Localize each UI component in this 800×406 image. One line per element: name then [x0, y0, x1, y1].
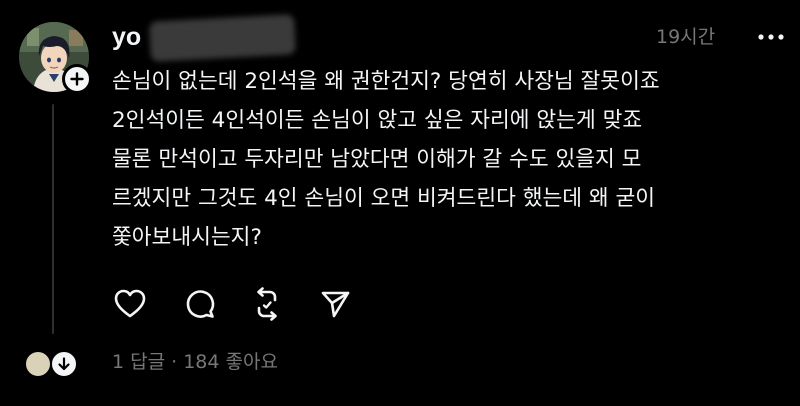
send-icon — [321, 291, 350, 318]
timestamp[interactable]: 19시간 — [656, 24, 715, 50]
post-text-line: 쫓아보내시는지? — [112, 225, 262, 250]
heart-icon — [114, 289, 146, 318]
post-stats[interactable]: 1 답글 · 184 좋아요 — [112, 347, 278, 377]
post-text-line: 손님이 없는데 2인석을 왜 권한건지? 당연히 사장님 잘못이죠 — [112, 69, 660, 94]
repost-button[interactable] — [247, 284, 287, 324]
more-options-button[interactable] — [754, 25, 788, 49]
thread-line — [52, 104, 54, 334]
like-button[interactable] — [110, 284, 150, 324]
plus-icon — [70, 72, 84, 86]
replier-avatar — [24, 350, 52, 378]
post-text-line: 물론 만석이고 두자리만 남았다면 이해가 갈 수도 있을지 모 — [112, 147, 642, 172]
more-horizontal-icon — [758, 34, 784, 40]
replier-avatar-next — [50, 350, 78, 378]
reply-avatars[interactable] — [24, 347, 84, 379]
follow-button[interactable] — [62, 64, 92, 94]
comment-icon — [186, 290, 215, 318]
share-button[interactable] — [315, 284, 355, 324]
post-text-line: 2인석이든 4인석이든 손님이 앉고 싶은 자리에 앉는게 맞죠 — [112, 108, 643, 133]
reply-button[interactable] — [180, 284, 220, 324]
post-text-line: 르겠지만 그것도 4인 손님이 오면 비켜드린다 했는데 왜 굳이 — [112, 186, 656, 211]
arrow-down-icon — [58, 357, 70, 371]
redaction-scribble — [149, 14, 296, 62]
repost-icon — [257, 287, 277, 321]
username[interactable]: yo — [112, 22, 141, 52]
post-text: 손님이 없는데 2인석을 왜 권한건지? 당연히 사장님 잘못이죠 2인석이든 … — [112, 62, 800, 257]
